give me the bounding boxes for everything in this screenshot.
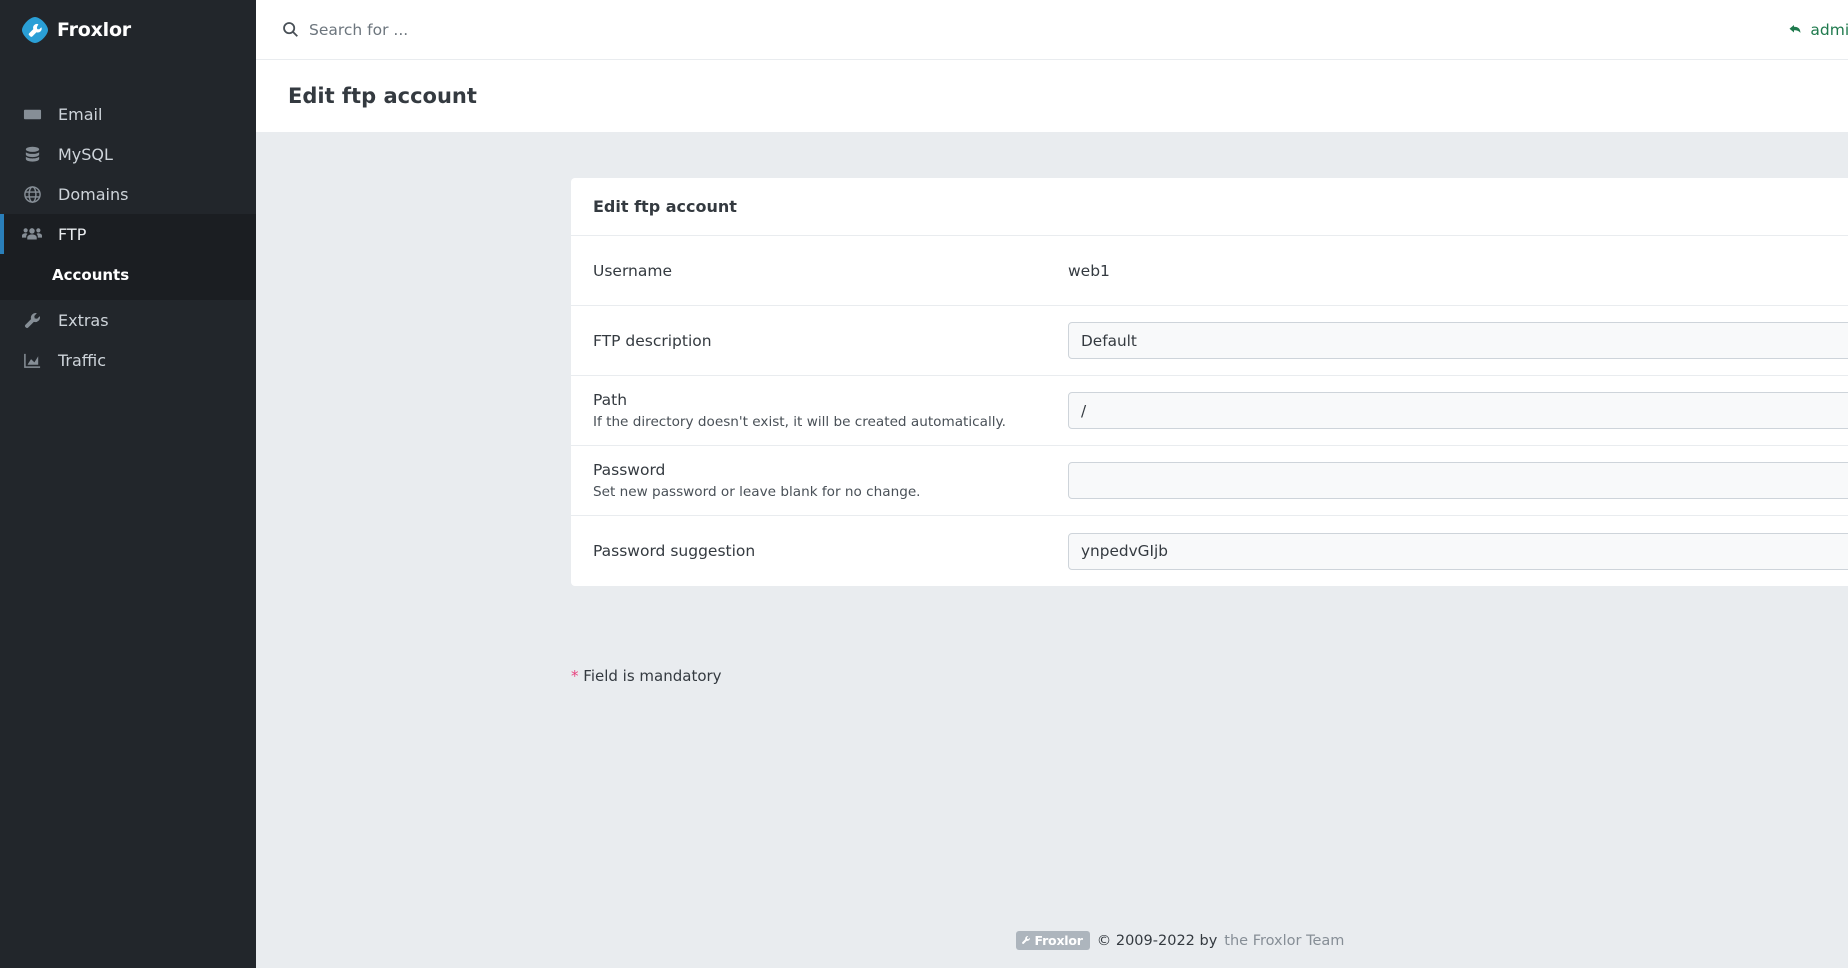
sidebar-nav: Email MySQL [0, 94, 256, 380]
username-value: web1 [1068, 262, 1110, 280]
brand-logo[interactable]: Froxlor [0, 0, 256, 60]
form-row-username: Username web1 [571, 236, 1848, 306]
sidebar-item-accounts[interactable]: Accounts [0, 260, 256, 290]
sidebar-item-label: Domains [58, 185, 128, 204]
users-group-icon [22, 224, 42, 244]
back-arrow-icon [1788, 22, 1803, 37]
label-hint: Set new password or leave blank for no c… [593, 484, 1052, 500]
field-wrap-ftp-description [1068, 322, 1848, 359]
admin-link-label: admin [1810, 21, 1848, 39]
field-wrap-password-suggestion [1068, 533, 1848, 570]
password-suggestion-input[interactable] [1068, 533, 1848, 570]
footer-team-link[interactable]: the Froxlor Team [1224, 933, 1344, 949]
edit-ftp-account-card: Edit ftp account Username web1 FTP d [571, 178, 1848, 586]
search-area [282, 21, 1788, 39]
admin-link[interactable]: admin [1788, 21, 1848, 39]
topbar: admin Dashboard web1 [256, 0, 1848, 60]
brand-name: Froxlor [57, 19, 131, 41]
main-area: admin Dashboard web1 Edit [256, 0, 1848, 968]
globe-icon [22, 184, 42, 204]
form-actions: Cancel Save [571, 606, 1848, 645]
sidebar-item-label: Extras [58, 311, 109, 330]
sidebar-subitem-label: Accounts [52, 266, 129, 284]
sidebar-item-label: Traffic [58, 351, 106, 370]
sidebar-item-email[interactable]: Email [0, 94, 256, 134]
label-text: Password [593, 461, 1052, 479]
footer: Froxlor © 2009-2022 by the Froxlor Team [256, 931, 1848, 950]
page-titlebar: Edit ftp account Back to overview [256, 60, 1848, 132]
label-text: FTP description [593, 332, 1052, 350]
field-label-username: Username [593, 262, 1068, 280]
field-wrap-path [1068, 392, 1848, 429]
label-text: Path [593, 391, 1052, 409]
sidebar-item-mysql[interactable]: MySQL [0, 134, 256, 174]
field-label-path: Path If the directory doesn't exist, it … [593, 391, 1068, 430]
card-title: Edit ftp account [571, 178, 1848, 236]
content-area: Edit ftp account Username web1 FTP d [256, 132, 1848, 968]
envelope-icon [22, 104, 42, 124]
label-text: Password suggestion [593, 542, 1052, 560]
wrench-icon [1021, 933, 1031, 948]
sidebar-item-label: MySQL [58, 145, 113, 164]
form-row-ftp-description: FTP description [571, 306, 1848, 376]
sidebar-item-domains[interactable]: Domains [0, 174, 256, 214]
search-icon[interactable] [282, 21, 299, 38]
topbar-nav: admin Dashboard web1 [1788, 20, 1848, 39]
sidebar-item-traffic[interactable]: Traffic [0, 340, 256, 380]
wrench-shield-icon [21, 16, 49, 44]
field-label-ftp-description: FTP description [593, 332, 1068, 350]
sidebar: Froxlor Email MySQ [0, 0, 256, 968]
sidebar-subnav-ftp: Accounts [0, 254, 256, 300]
form-row-password-suggestion: Password suggestion [571, 516, 1848, 586]
footer-copyright: © 2009-2022 by [1097, 933, 1218, 949]
mandatory-note-text: Field is mandatory [583, 667, 721, 685]
page-title: Edit ftp account [288, 84, 477, 108]
mandatory-star: * [571, 667, 579, 685]
label-hint: If the directory doesn't exist, it will … [593, 414, 1052, 430]
wrench-icon [22, 310, 42, 330]
sidebar-item-ftp[interactable]: FTP [0, 214, 256, 254]
ftp-description-input[interactable] [1068, 322, 1848, 359]
app-root: Froxlor Email MySQ [0, 0, 1848, 968]
search-input[interactable] [309, 21, 729, 39]
sidebar-item-extras[interactable]: Extras [0, 300, 256, 340]
form-row-path: Path If the directory doesn't exist, it … [571, 376, 1848, 446]
chart-area-icon [22, 350, 42, 370]
footer-brand-badge: Froxlor [1016, 931, 1090, 950]
field-label-password: Password Set new password or leave blank… [593, 461, 1068, 500]
label-text: Username [593, 262, 1052, 280]
content-inner: Edit ftp account Username web1 FTP d [571, 178, 1848, 685]
field-label-password-suggestion: Password suggestion [593, 542, 1068, 560]
path-input[interactable] [1068, 392, 1848, 429]
field-wrap-password [1068, 462, 1848, 499]
sidebar-item-label: Email [58, 105, 102, 124]
database-icon [22, 144, 42, 164]
field-value-username: web1 [1068, 261, 1848, 280]
sidebar-item-label: FTP [58, 225, 86, 244]
mandatory-note: * Field is mandatory [571, 667, 1848, 685]
footer-badge-label: Froxlor [1035, 933, 1083, 948]
password-input[interactable] [1068, 462, 1848, 499]
form-row-password: Password Set new password or leave blank… [571, 446, 1848, 516]
